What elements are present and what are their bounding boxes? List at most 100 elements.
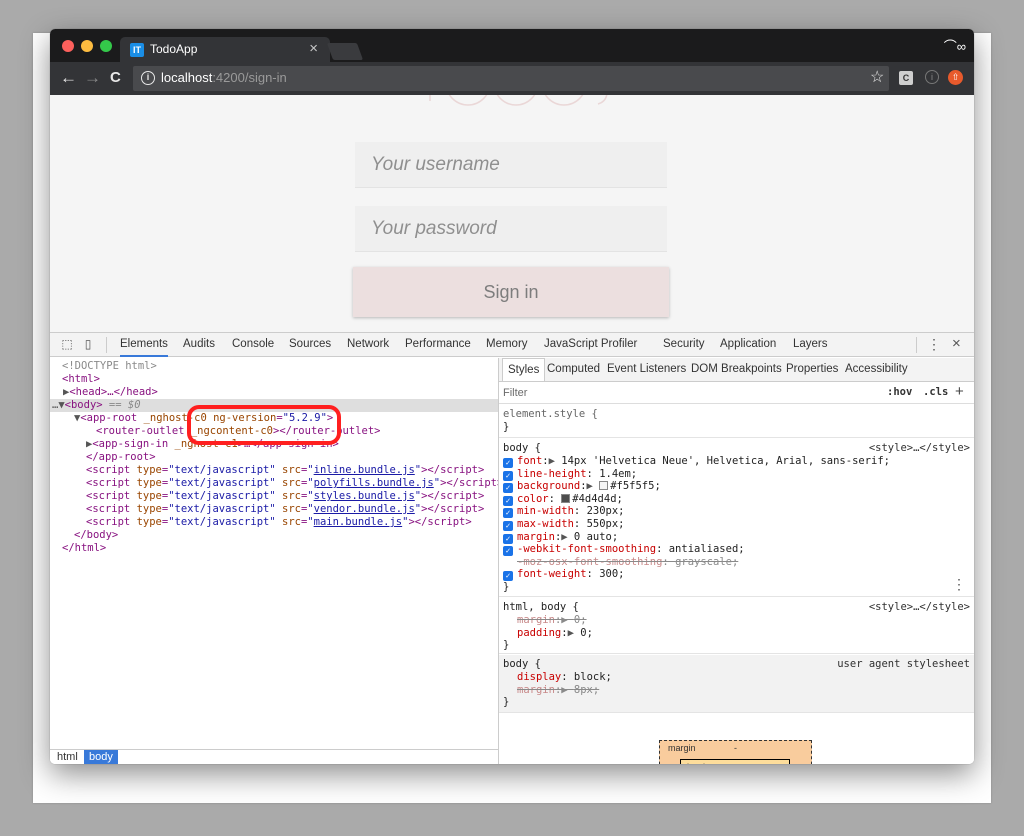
bookmark-star-icon[interactable]: ☆ <box>870 67 884 87</box>
tab-performance[interactable]: Performance <box>405 333 471 357</box>
style-prop[interactable]: ✓ font-weight: 300; <box>503 568 625 582</box>
forward-arrow-icon[interactable]: → <box>84 68 101 88</box>
style-prop[interactable]: padding:▶ 0; <box>503 627 593 640</box>
style-prop-overridden: margin:▶ 8px; <box>517 683 600 696</box>
tab-security[interactable]: Security <box>663 333 705 357</box>
dom-script[interactable]: <script type="text/javascript" src="poly… <box>50 477 498 490</box>
filter-input[interactable]: Filter <box>503 387 527 399</box>
style-prop[interactable]: ✓ -webkit-font-smoothing: antialiased; <box>503 543 745 557</box>
new-rule-icon[interactable]: + <box>955 383 964 400</box>
tab-application[interactable]: Application <box>720 333 776 357</box>
dom-tree[interactable]: <!DOCTYPE html> <html> ▶<head>…</head> …… <box>50 358 498 749</box>
tab-sources[interactable]: Sources <box>289 333 331 357</box>
reload-icon[interactable]: C <box>110 69 121 86</box>
checkbox-icon[interactable]: ✓ <box>503 470 513 481</box>
tab-console[interactable]: Console <box>232 333 274 357</box>
box-model-margin-value[interactable]: - <box>734 743 737 753</box>
dom-html-close[interactable]: </html> <box>50 542 498 555</box>
breadcrumb-html[interactable]: html <box>52 750 83 764</box>
color-swatch[interactable] <box>561 493 571 503</box>
site-info-icon[interactable]: i <box>141 71 155 85</box>
color-swatch[interactable] <box>599 481 609 491</box>
browser-window: IT TodoApp × ⌒∞ ← → C i localhost:4200/s… <box>50 29 974 764</box>
style-rule-user-agent: body { user agent stylesheet display: bl… <box>499 655 974 713</box>
password-input[interactable] <box>355 206 667 251</box>
rule-selector[interactable]: html, body { <box>503 601 579 614</box>
hov-toggle[interactable]: :hov <box>887 386 912 398</box>
new-tab-button[interactable] <box>326 43 364 60</box>
zoom-window-button[interactable] <box>100 40 112 52</box>
extension-info-icon[interactable]: i <box>925 70 939 84</box>
tab-elements[interactable]: Elements <box>120 333 168 357</box>
checkbox-icon[interactable]: ✓ <box>503 483 513 494</box>
minimize-window-button[interactable] <box>81 40 93 52</box>
dom-body-close[interactable]: </body> <box>50 529 498 542</box>
device-toolbar-icon[interactable]: ▯ <box>81 337 95 351</box>
tab-dom-breakpoints[interactable]: DOM Breakpoints <box>691 358 782 381</box>
tab-network[interactable]: Network <box>347 333 389 357</box>
back-arrow-icon[interactable]: ← <box>60 68 77 88</box>
dom-script[interactable]: <script type="text/javascript" src="vend… <box>50 503 498 516</box>
tab-close-icon[interactable]: × <box>309 40 318 57</box>
style-prop[interactable]: ✓ background:▶ #f5f5f5; <box>503 480 661 494</box>
tab-event-listeners[interactable]: Event Listeners <box>607 358 686 381</box>
checkbox-icon[interactable]: ✓ <box>503 533 513 544</box>
incognito-icon: ⌒∞ <box>943 39 966 54</box>
inspect-element-icon[interactable]: ⬚ <box>60 337 74 351</box>
dom-doctype[interactable]: <!DOCTYPE html> <box>50 360 498 373</box>
box-model-border[interactable]: border <box>680 759 790 764</box>
checkbox-icon[interactable]: ✓ <box>503 458 513 468</box>
dom-html-open[interactable]: <html> <box>50 373 498 386</box>
breadcrumb-body[interactable]: body <box>84 750 118 764</box>
rule-selector[interactable]: body { <box>503 442 541 455</box>
tab-audits[interactable]: Audits <box>183 333 215 357</box>
tab-properties[interactable]: Properties <box>786 358 838 381</box>
styles-sidebar: Styles Computed Event Listeners DOM Brea… <box>499 358 974 764</box>
browser-tab[interactable]: IT TodoApp × <box>120 37 330 62</box>
tab-javascript-profiler[interactable]: JavaScript Profiler <box>544 333 637 357</box>
style-prop[interactable]: ✓ max-width: 550px; <box>503 518 625 531</box>
checkbox-icon[interactable]: ✓ <box>503 546 513 557</box>
address-bar[interactable]: i localhost:4200/sign-in <box>133 66 889 91</box>
rule-close: } <box>503 696 510 709</box>
tab-accessibility[interactable]: Accessibility <box>845 358 908 381</box>
style-prop-overridden[interactable]: margin:▶ 0; <box>503 614 587 627</box>
dom-app-root-close[interactable]: </app-root> <box>50 451 498 464</box>
rule-source-link[interactable]: <style>…</style> <box>869 442 970 455</box>
dom-script[interactable]: <script type="text/javascript" src="main… <box>50 516 498 529</box>
checkbox-icon[interactable]: ✓ <box>503 521 513 531</box>
sign-in-button[interactable]: Sign in <box>353 267 669 317</box>
dom-head[interactable]: ▶<head>…</head> <box>50 386 498 399</box>
style-prop-overridden[interactable]: -moz-osx-font-smoothing: grayscale; <box>503 556 738 569</box>
style-prop[interactable]: ✓ font:▶ 14px 'Helvetica Neue', Helvetica… <box>503 455 890 468</box>
dom-script[interactable]: <script type="text/javascript" src="styl… <box>50 490 498 503</box>
style-prop[interactable]: ✓ color: #4d4d4d; <box>503 493 623 506</box>
extension-icon[interactable]: C <box>899 71 913 85</box>
style-prop[interactable]: ✓ margin:▶ 0 auto; <box>503 531 618 544</box>
tab-computed[interactable]: Computed <box>547 358 600 381</box>
style-prop[interactable]: ✓ line-height: 1.4em; <box>503 468 637 481</box>
more-options-icon[interactable]: ⋮ <box>927 336 941 353</box>
style-prop[interactable]: ✓ min-width: 230px; <box>503 505 625 519</box>
close-devtools-icon[interactable]: × <box>952 335 961 352</box>
rule-source-link[interactable]: <style>…</style> <box>869 601 970 614</box>
box-model-margin[interactable]: margin - border <box>659 740 812 764</box>
url-text[interactable]: localhost:4200/sign-in <box>161 70 287 85</box>
close-window-button[interactable] <box>62 40 74 52</box>
rule-more-icon[interactable]: ⋮ <box>952 577 966 593</box>
cls-toggle[interactable]: .cls <box>923 386 948 398</box>
rule-selector[interactable]: element.style { <box>503 408 598 421</box>
tab-memory[interactable]: Memory <box>486 333 528 357</box>
rule-close: } <box>503 639 510 652</box>
tab-styles[interactable]: Styles <box>502 358 546 381</box>
todos-logo <box>429 95 608 106</box>
style-rule-html-body: html, body { <style>…</style> margin:▶ 0… <box>499 598 974 654</box>
username-field-wrapper <box>355 142 667 188</box>
checkbox-icon[interactable]: ✓ <box>503 495 513 506</box>
dom-script[interactable]: <script type="text/javascript" src="inli… <box>50 464 498 477</box>
checkbox-icon[interactable]: ✓ <box>503 508 513 519</box>
checkbox-icon[interactable]: ✓ <box>503 571 513 582</box>
tab-layers[interactable]: Layers <box>793 333 828 357</box>
username-input[interactable] <box>355 142 667 187</box>
extension-upload-icon[interactable]: ⇧ <box>948 70 963 85</box>
